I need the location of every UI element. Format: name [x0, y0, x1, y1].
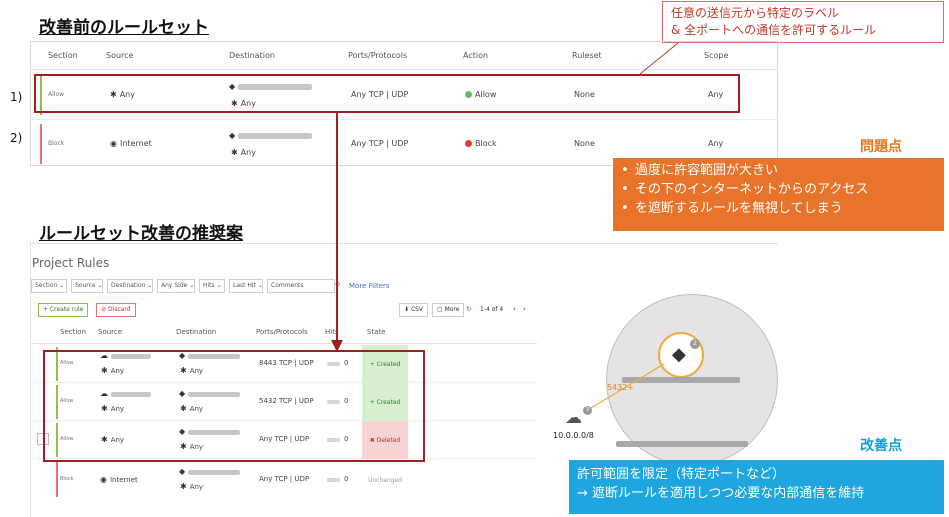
improvement-box: 許可範囲を限定（特定ポートなど） → 遮断ルールを適用しつつ必要な内部通信を維持	[569, 460, 944, 514]
improvement-line-2: → 遮断ルールを適用しつつ必要な内部通信を維持	[577, 486, 865, 501]
improvement-line-1: 許可範囲を限定（特定ポートなど）	[577, 467, 786, 482]
graph-edge-layer	[585, 363, 665, 412]
improvement-label: 改善点	[860, 438, 902, 454]
edge-port-label: 5432+	[607, 383, 635, 392]
cloud-badge: 3	[583, 406, 592, 415]
cidr-label: 10.0.0.0/8	[553, 431, 594, 440]
cloud-icon: ☁	[565, 408, 582, 428]
